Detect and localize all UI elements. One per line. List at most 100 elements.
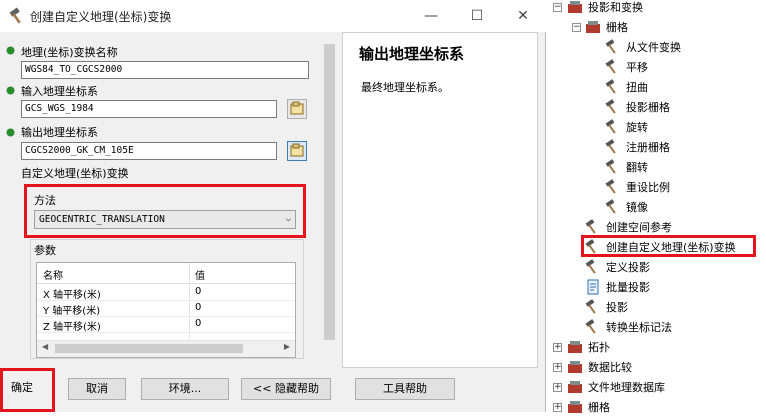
tool-label: 投影栅格 xyxy=(626,101,670,114)
expand-icon[interactable]: + xyxy=(553,403,562,412)
spatial-reference-properties-button[interactable] xyxy=(287,141,307,161)
expand-icon[interactable]: + xyxy=(553,383,562,392)
hammer-icon xyxy=(8,7,26,25)
window-title: 创建自定义地理(坐标)变换 xyxy=(30,10,172,24)
toolset-icon xyxy=(567,359,583,375)
environments-button[interactable]: 环境... xyxy=(141,378,229,400)
maximize-button[interactable]: ☐ xyxy=(454,0,500,32)
tool-item[interactable]: 翻转 xyxy=(605,157,648,177)
toolset-raster[interactable]: 栅格 xyxy=(585,17,628,37)
properties-icon xyxy=(290,143,304,160)
toolset-label: 文件地理数据库 xyxy=(588,381,665,394)
toolset-label: 栅格 xyxy=(606,21,628,34)
input-gcs-label: 输入地理坐标系 xyxy=(21,85,98,98)
scrollbar-thumb[interactable] xyxy=(324,44,335,340)
transformation-name-label: 地理(坐标)变换名称 xyxy=(21,46,118,59)
parameters-label: 参数 xyxy=(34,244,56,257)
selected-tool-highlight-box xyxy=(581,235,756,257)
toolset-label: 拓扑 xyxy=(588,341,610,354)
param-value[interactable]: 0 xyxy=(195,302,201,313)
param-name: Y 轴平移(米) xyxy=(43,306,101,317)
hammer-icon xyxy=(605,179,621,195)
collapse-icon[interactable]: − xyxy=(572,23,581,32)
tool-item[interactable]: 注册栅格 xyxy=(605,137,670,157)
tool-label: 投影 xyxy=(606,301,628,314)
transformation-name-input[interactable]: WGS84_TO_CGCS2000 xyxy=(21,61,309,79)
output-gcs-field[interactable]: CGCS2000_GK_CM_105E xyxy=(21,142,277,160)
minimize-button[interactable]: — xyxy=(408,0,454,32)
tool-label: 镜像 xyxy=(626,201,648,214)
tool-item[interactable]: 定义投影 xyxy=(585,257,650,277)
scrollbar-thumb[interactable] xyxy=(55,344,243,353)
collapse-icon[interactable]: − xyxy=(553,3,562,12)
hammer-icon xyxy=(605,59,621,75)
hammer-icon xyxy=(585,219,601,235)
input-gcs-field[interactable]: GCS_WGS_1984 xyxy=(21,100,277,118)
hammer-icon xyxy=(605,79,621,95)
tool-item[interactable]: 重设比例 xyxy=(605,177,670,197)
tool-item[interactable]: 从文件变换 xyxy=(605,37,681,57)
horizontal-scrollbar[interactable]: ◀ ▶ xyxy=(37,340,295,357)
tool-item[interactable]: 批量投影 xyxy=(585,277,650,297)
tool-label: 批量投影 xyxy=(606,281,650,294)
tool-label: 注册栅格 xyxy=(626,141,670,154)
scroll-right-icon[interactable]: ▶ xyxy=(284,342,290,351)
help-title: 输出地理坐标系 xyxy=(359,45,465,63)
tool-item[interactable]: 旋转 xyxy=(605,117,648,137)
tool-item[interactable]: 镜像 xyxy=(605,197,648,217)
expand-icon[interactable]: + xyxy=(553,363,562,372)
title-bar: 创建自定义地理(坐标)变换 — ☐ ✕ xyxy=(0,0,546,32)
tool-label: 创建空间参考 xyxy=(606,221,672,234)
tool-label: 扭曲 xyxy=(626,81,648,94)
cancel-button[interactable]: 取消 xyxy=(68,378,126,400)
param-name: Z 轴平移(米) xyxy=(43,322,101,333)
column-header-name: 名称 xyxy=(43,271,63,282)
hammer-icon xyxy=(605,39,621,55)
hide-help-button[interactable]: << 隐藏帮助 xyxy=(241,378,331,400)
tool-item[interactable]: 投影 xyxy=(585,297,628,317)
hammer-icon xyxy=(585,259,601,275)
tool-help-button[interactable]: 工具帮助 xyxy=(355,378,455,400)
hammer-icon xyxy=(605,99,621,115)
close-button[interactable]: ✕ xyxy=(500,0,546,32)
method-select-value: GEOCENTRIC_TRANSLATION xyxy=(39,214,165,225)
properties-icon xyxy=(290,101,304,118)
parameters-pane: 地理(坐标)变换名称 WGS84_TO_CGCS2000 输入地理坐标系 GCS… xyxy=(0,32,338,368)
toolset-item[interactable]: 栅格 xyxy=(567,397,610,417)
script-icon xyxy=(585,279,601,295)
create-custom-geo-transformation-dialog: 创建自定义地理(坐标)变换 — ☐ ✕ 地理(坐标)变换名称 WGS84_TO_… xyxy=(0,0,546,412)
tool-label: 转换坐标记法 xyxy=(606,321,672,334)
toolset-icon xyxy=(585,19,601,35)
scroll-left-icon[interactable]: ◀ xyxy=(42,342,48,351)
spatial-reference-properties-button[interactable] xyxy=(287,99,307,119)
tool-item[interactable]: 转换坐标记法 xyxy=(585,317,672,337)
toolset-item[interactable]: 拓扑 xyxy=(567,337,610,357)
toolset-projections-and-transformations[interactable]: 投影和变换 xyxy=(567,0,643,17)
toolset-icon xyxy=(567,379,583,395)
toolset-icon xyxy=(567,0,583,15)
expand-icon[interactable]: + xyxy=(553,343,562,352)
toolset-label: 投影和变换 xyxy=(588,1,643,14)
column-header-value: 值 xyxy=(195,271,205,282)
vertical-scrollbar[interactable] xyxy=(321,32,338,368)
toolset-item[interactable]: 文件地理数据库 xyxy=(567,377,665,397)
method-select[interactable]: GEOCENTRIC_TRANSLATION ⌵ xyxy=(34,210,296,229)
tool-item[interactable]: 投影栅格 xyxy=(605,97,670,117)
tool-item[interactable]: 扭曲 xyxy=(605,77,648,97)
table-row[interactable]: Z 轴平移(米) 0 xyxy=(37,316,295,333)
param-value[interactable]: 0 xyxy=(195,318,201,329)
tool-label: 从文件变换 xyxy=(626,41,681,54)
tool-label: 定义投影 xyxy=(606,261,650,274)
tool-item[interactable]: 平移 xyxy=(605,57,648,77)
help-text: 最终地理坐标系。 xyxy=(361,81,449,94)
toolset-item[interactable]: 数据比较 xyxy=(567,357,632,377)
hammer-icon xyxy=(605,199,621,215)
table-row[interactable]: Y 轴平移(米) 0 xyxy=(37,300,295,317)
hammer-icon xyxy=(605,159,621,175)
custom-transformation-label: 自定义地理(坐标)变换 xyxy=(21,167,129,180)
ok-highlight-box xyxy=(0,368,55,412)
param-value[interactable]: 0 xyxy=(195,286,201,297)
tool-item[interactable]: 创建空间参考 xyxy=(585,217,672,237)
table-row[interactable]: X 轴平移(米) 0 xyxy=(37,284,295,301)
hammer-icon xyxy=(585,319,601,335)
